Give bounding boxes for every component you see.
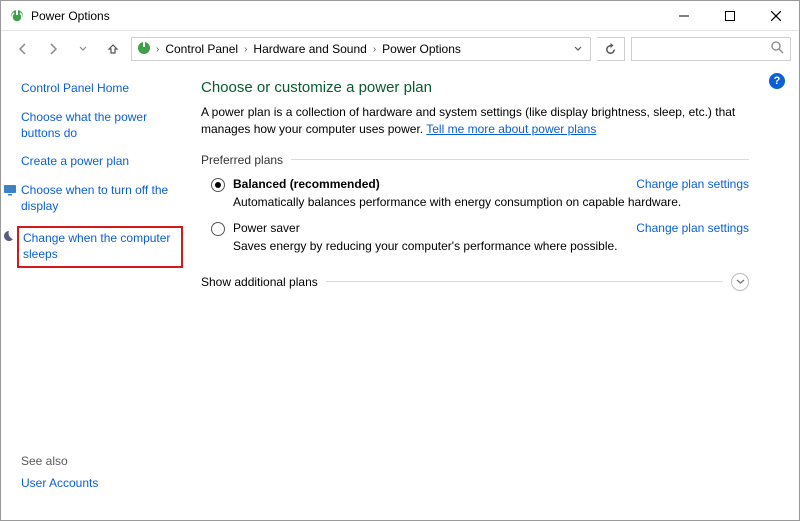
- power-options-app-icon: [9, 8, 25, 24]
- minimize-button[interactable]: [661, 1, 707, 31]
- chevron-right-icon[interactable]: ›: [244, 44, 247, 55]
- breadcrumb-label: Control Panel: [165, 42, 238, 56]
- power-plan-power-saver: Power saver Change plan settings Saves e…: [201, 221, 749, 253]
- change-plan-settings-link[interactable]: Change plan settings: [636, 221, 749, 235]
- divider: [326, 281, 723, 282]
- sidebar-link-label: Create a power plan: [21, 154, 129, 168]
- refresh-button[interactable]: [597, 37, 625, 61]
- breadcrumb-item[interactable]: Control Panel: [163, 42, 240, 56]
- sidebar-link-label: Choose what the power buttons do: [21, 110, 147, 140]
- content-pane: Choose or customize a power plan A power…: [191, 67, 799, 520]
- plan-name: Power saver: [233, 221, 300, 235]
- plan-description: Saves energy by reducing your computer's…: [233, 239, 749, 253]
- window-controls: [661, 1, 799, 31]
- breadcrumb-label: Hardware and Sound: [253, 42, 366, 56]
- body: ? Control Panel Home Choose what the pow…: [1, 67, 799, 520]
- display-timer-icon: [3, 183, 17, 197]
- sidebar-link-label: Change when the computer sleeps: [23, 231, 170, 261]
- chevron-right-icon[interactable]: ›: [373, 44, 376, 55]
- help-icon[interactable]: ?: [769, 73, 785, 89]
- radio-balanced[interactable]: [211, 178, 225, 192]
- breadcrumb-label: Power Options: [382, 42, 461, 56]
- power-plan-balanced: Balanced (recommended) Change plan setti…: [201, 177, 749, 209]
- radio-power-saver[interactable]: [211, 222, 225, 236]
- sidebar-link-create-plan[interactable]: Create a power plan: [21, 153, 181, 169]
- chevron-down-icon[interactable]: [731, 273, 749, 291]
- power-options-app-icon: [136, 40, 152, 59]
- change-plan-settings-link[interactable]: Change plan settings: [636, 177, 749, 191]
- intro-text: A power plan is a collection of hardware…: [201, 104, 749, 139]
- preferred-plans-header: Preferred plans: [201, 153, 749, 167]
- sidebar-link-label: Choose when to turn off the display: [21, 183, 168, 213]
- close-button[interactable]: [753, 1, 799, 31]
- search-input[interactable]: [631, 37, 791, 61]
- page-title: Choose or customize a power plan: [201, 79, 749, 96]
- moon-icon: [1, 229, 15, 243]
- search-icon: [771, 41, 784, 57]
- intro-link[interactable]: Tell me more about power plans: [426, 122, 596, 136]
- address-bar[interactable]: › Control Panel › Hardware and Sound › P…: [131, 37, 591, 61]
- show-more-label: Show additional plans: [201, 275, 318, 289]
- see-also-header: See also: [21, 454, 181, 468]
- nav-row: › Control Panel › Hardware and Sound › P…: [1, 31, 799, 67]
- titlebar: Power Options: [1, 1, 799, 31]
- chevron-right-icon[interactable]: ›: [156, 44, 159, 55]
- window-title: Power Options: [31, 9, 661, 23]
- maximize-button[interactable]: [707, 1, 753, 31]
- sidebar-link-computer-sleeps[interactable]: Change when the computer sleeps: [17, 226, 183, 268]
- divider: [291, 159, 749, 160]
- control-panel-home-link[interactable]: Control Panel Home: [21, 81, 181, 95]
- sidebar-link-turn-off-display[interactable]: Choose when to turn off the display: [21, 182, 181, 214]
- see-also-user-accounts[interactable]: User Accounts: [21, 476, 181, 490]
- back-button[interactable]: [11, 37, 35, 61]
- breadcrumb-item[interactable]: Power Options: [380, 42, 463, 56]
- address-dropdown[interactable]: [570, 42, 586, 56]
- forward-button[interactable]: [41, 37, 65, 61]
- sidebar-link-power-buttons[interactable]: Choose what the power buttons do: [21, 109, 181, 141]
- plan-name: Balanced (recommended): [233, 177, 380, 191]
- plan-description: Automatically balances performance with …: [233, 195, 749, 209]
- section-label: Preferred plans: [201, 153, 283, 167]
- show-additional-plans[interactable]: Show additional plans: [201, 273, 749, 291]
- recent-locations-dropdown[interactable]: [71, 37, 95, 61]
- sidebar: Control Panel Home Choose what the power…: [1, 67, 191, 520]
- breadcrumb-item[interactable]: Hardware and Sound: [251, 42, 368, 56]
- up-button[interactable]: [101, 37, 125, 61]
